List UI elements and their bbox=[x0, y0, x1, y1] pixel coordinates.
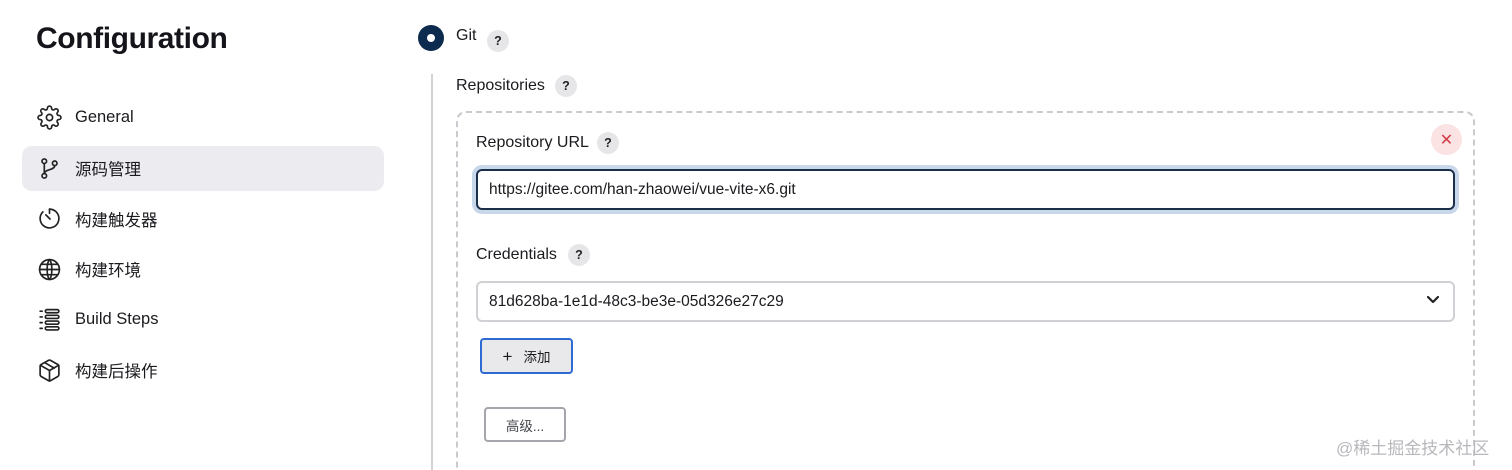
credentials-selected-value: 81d628ba-1e1d-48c3-be3e-05d326e27c29 bbox=[489, 292, 784, 310]
gear-icon bbox=[36, 105, 62, 131]
sidebar-item-label: Build Steps bbox=[75, 310, 159, 329]
repository-url-help-icon[interactable]: ? bbox=[597, 132, 619, 154]
add-credentials-button[interactable]: + 添加 bbox=[480, 338, 573, 374]
watermark: @稀土掘金技术社区 bbox=[1336, 439, 1490, 458]
credentials-select[interactable]: 81d628ba-1e1d-48c3-be3e-05d326e27c29 bbox=[476, 281, 1455, 322]
section-divider-line bbox=[431, 74, 433, 470]
sidebar-item-general[interactable]: General bbox=[22, 95, 384, 140]
sidebar-item-label: 源码管理 bbox=[75, 161, 141, 180]
repository-url-label: Repository URL bbox=[476, 134, 589, 151]
radio-selected-dot bbox=[427, 34, 435, 42]
sidebar-item-label: 构建触发器 bbox=[75, 211, 158, 230]
repositories-label: Repositories bbox=[456, 77, 545, 94]
repository-url-input[interactable] bbox=[476, 169, 1455, 210]
sidebar-item-build-steps[interactable]: Build Steps bbox=[22, 297, 384, 342]
advanced-button-label: 高级... bbox=[505, 418, 545, 434]
package-icon bbox=[36, 357, 62, 383]
sidebar: General 源码管理 构建触发器 构建环境 Build Steps 构建后操… bbox=[22, 95, 384, 399]
page-title: Configuration bbox=[36, 22, 228, 55]
git-radio-button[interactable] bbox=[418, 25, 444, 51]
git-help-icon[interactable]: ? bbox=[487, 30, 509, 52]
advanced-button[interactable]: 高级... bbox=[484, 407, 566, 442]
close-icon: ✕ bbox=[1439, 131, 1454, 149]
sidebar-item-source-code-management[interactable]: 源码管理 bbox=[22, 145, 384, 191]
sidebar-item-label: 构建后操作 bbox=[75, 363, 158, 382]
repositories-help-icon[interactable]: ? bbox=[555, 75, 577, 97]
list-steps-icon bbox=[36, 307, 62, 333]
sidebar-item-build-environment[interactable]: 构建环境 bbox=[22, 247, 384, 292]
git-branch-icon bbox=[36, 155, 62, 181]
git-radio-label: Git bbox=[456, 27, 477, 44]
timer-icon bbox=[36, 206, 62, 232]
credentials-label: Credentials bbox=[476, 246, 557, 263]
globe-icon bbox=[36, 256, 62, 282]
git-radio-option[interactable]: Git bbox=[418, 25, 476, 51]
chevron-down-icon bbox=[1425, 291, 1441, 312]
configuration-page: Configuration General 源码管理 构建触发器 构建环境 Bu… bbox=[0, 0, 1512, 470]
sidebar-item-post-build-actions[interactable]: 构建后操作 bbox=[22, 348, 384, 393]
add-button-label: 添加 bbox=[523, 350, 551, 365]
sidebar-item-label: General bbox=[75, 108, 134, 126]
sidebar-item-build-triggers[interactable]: 构建触发器 bbox=[22, 196, 384, 241]
sidebar-item-label: 构建环境 bbox=[75, 262, 141, 281]
remove-repository-button[interactable]: ✕ bbox=[1431, 124, 1462, 155]
credentials-help-icon[interactable]: ? bbox=[568, 244, 590, 266]
plus-icon: + bbox=[502, 346, 513, 366]
